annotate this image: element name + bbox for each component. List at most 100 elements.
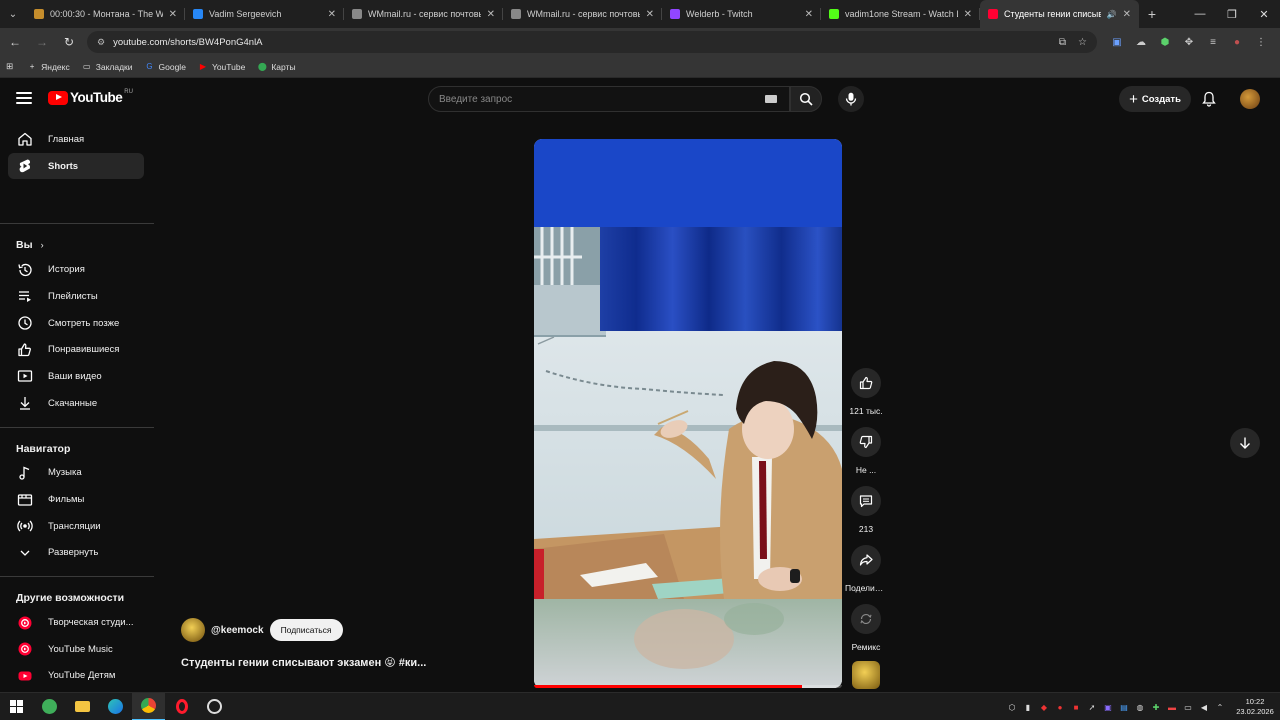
media-controls-icon[interactable]: ≡ [1201,37,1225,48]
tray-green-icon[interactable]: ✚ [1148,693,1164,720]
taskbar-opera[interactable] [165,693,198,720]
share-button[interactable] [851,545,881,575]
clock[interactable]: 10:22 23.02.2026 [1230,697,1280,717]
tab-search-button[interactable]: ⌄ [0,0,26,28]
tray-blue-icon[interactable]: ▤ [1116,693,1132,720]
reload-button[interactable]: ↻ [57,30,81,54]
guide-menu-icon[interactable] [16,92,32,104]
tray-cursor-icon[interactable]: ➚ [1084,693,1100,720]
create-button[interactable]: + Создать [1119,86,1191,112]
volume-icon[interactable]: ◀ [1196,693,1212,720]
address-bar[interactable]: ⚙ youtube.com/shorts/BW4PonG4nlA ⧉ ☆ [87,31,1097,53]
remix-button[interactable] [851,604,881,634]
sidebar-item-your-videos[interactable]: Ваши видео [0,363,154,390]
tray-red-icon-2[interactable]: ● [1052,693,1068,720]
sidebar-item-studio[interactable]: Творческая студи... [0,609,154,636]
taskbar-kaspersky[interactable] [33,693,66,720]
comments-button[interactable] [851,486,881,516]
sidebar-item-downloads[interactable]: Скачанные [0,390,154,417]
tray-overflow-icon[interactable]: ⌃ [1212,693,1228,720]
close-tab-icon[interactable]: ✕ [487,9,495,20]
extensions-puzzle-icon[interactable]: ✥ [1177,37,1201,48]
new-tab-button[interactable]: + [1139,6,1165,22]
adblock-extension-icon[interactable]: ⬢ [1153,37,1177,48]
weather-extension-icon[interactable]: ☁ [1129,37,1153,48]
browser-menu-icon[interactable]: ⋮ [1249,37,1273,48]
bookmark-item[interactable]: ▭ Закладки [82,62,133,72]
bookmark-item[interactable]: ⬤ Карты [257,62,296,72]
sidebar-item-movies[interactable]: Фильмы [0,486,154,513]
site-info-icon[interactable]: ⚙ [97,37,105,48]
like-button[interactable] [851,368,881,398]
channel-avatar-thumbnail[interactable] [852,661,880,689]
close-tab-icon[interactable]: ✕ [1123,9,1131,20]
sidebar-item-shorts[interactable]: Shorts [8,152,144,180]
close-tab-icon[interactable]: ✕ [805,9,813,20]
video-progress-bar[interactable] [534,685,842,688]
short-title[interactable]: Студенты гении списывают экзамен 😝 #ки..… [181,656,426,669]
taskbar-obs[interactable] [198,693,231,720]
sidebar-item-history[interactable]: История [0,256,154,283]
sidebar-item-liked[interactable]: Понравившиеся [0,336,154,363]
taskbar-explorer[interactable] [66,693,99,720]
browser-tab[interactable]: vadim1one Stream - Watch Live ✕ [821,0,980,28]
bookmark-item[interactable]: + Яндекс [27,62,70,72]
channel-avatar[interactable] [181,618,205,642]
tray-app-icon[interactable]: ⬡ [1004,693,1020,720]
channel-name[interactable]: @keemock [211,625,264,636]
close-window-button[interactable]: ✕ [1248,0,1280,28]
close-tab-icon[interactable]: ✕ [169,9,177,20]
tab-audio-icon[interactable]: 🔊 [1107,10,1117,19]
apps-grid-icon[interactable]: ⊞ [6,61,13,72]
browser-tab[interactable]: Vadim Sergeevich ✕ [185,0,344,28]
close-tab-icon[interactable]: ✕ [328,9,336,20]
profile-avatar-icon[interactable]: ● [1225,37,1249,48]
tray-usb-icon[interactable]: ▮ [1020,693,1036,720]
keyboard-icon[interactable] [765,95,777,103]
shorts-video-player[interactable] [534,139,842,688]
sidebar-item-yt-kids[interactable]: YouTube Детям [0,663,154,690]
browser-tab[interactable]: WMmail.ru - сервис почтовых ✕ [503,0,662,28]
sidebar-you-header[interactable]: Вы › [0,234,154,256]
translate-extension-icon[interactable]: ▣ [1105,37,1129,48]
browser-tab[interactable]: Welderb - Twitch ✕ [662,0,821,28]
browser-tab[interactable]: Студенты гении списываю 🔊 ✕ [980,0,1139,28]
close-tab-icon[interactable]: ✕ [964,9,972,20]
youtube-logo[interactable]: YouTube RU [48,89,133,105]
sidebar-item-chevron-down[interactable]: Развернуть [0,540,154,567]
tray-red-icon[interactable]: ◆ [1036,693,1052,720]
maximize-button[interactable]: ❐ [1216,0,1248,28]
start-button[interactable] [0,693,33,720]
bookmark-star-icon[interactable]: ☆ [1078,37,1087,48]
browser-tab[interactable]: 00:00:30 - Монтана - The West ✕ [26,0,185,28]
taskbar-edge[interactable] [99,693,132,720]
bookmark-item[interactable]: G Google [145,62,186,72]
tray-purple-icon[interactable]: ▣ [1100,693,1116,720]
taskbar-chrome[interactable] [132,692,165,720]
sidebar-item-home[interactable]: Главная [0,126,154,153]
browser-tab[interactable]: WMmail.ru - сервис почтовых ✕ [344,0,503,28]
language-flag-icon[interactable]: ▬ [1164,693,1180,720]
sidebar-item-yt-music[interactable]: YouTube Music [0,636,154,663]
search-input[interactable]: Введите запрос [428,86,790,112]
network-icon[interactable]: ▭ [1180,693,1196,720]
bookmark-item[interactable]: ▶ YouTube [198,62,245,72]
dislike-button[interactable] [851,427,881,457]
forward-button[interactable]: → [30,30,54,54]
account-avatar[interactable] [1240,89,1260,109]
search-button[interactable] [790,86,822,112]
sidebar-item-live[interactable]: Трансляции [0,513,154,540]
close-tab-icon[interactable]: ✕ [646,9,654,20]
sidebar-item-playlists[interactable]: Плейлисты [0,283,154,310]
sidebar-item-music[interactable]: Музыка [0,460,154,487]
sidebar-item-watch-later[interactable]: Смотреть позже [0,310,154,337]
minimize-button[interactable]: — [1184,0,1216,28]
voice-search-button[interactable] [838,86,864,112]
notifications-bell-icon[interactable] [1202,91,1216,112]
next-short-button[interactable] [1230,428,1260,458]
subscribe-button[interactable]: Подписаться [269,619,343,641]
back-button[interactable]: ← [3,30,27,54]
install-app-icon[interactable]: ⧉ [1059,37,1066,48]
tray-globe-icon[interactable]: ◍ [1132,693,1148,720]
tray-red-icon-3[interactable]: ■ [1068,693,1084,720]
